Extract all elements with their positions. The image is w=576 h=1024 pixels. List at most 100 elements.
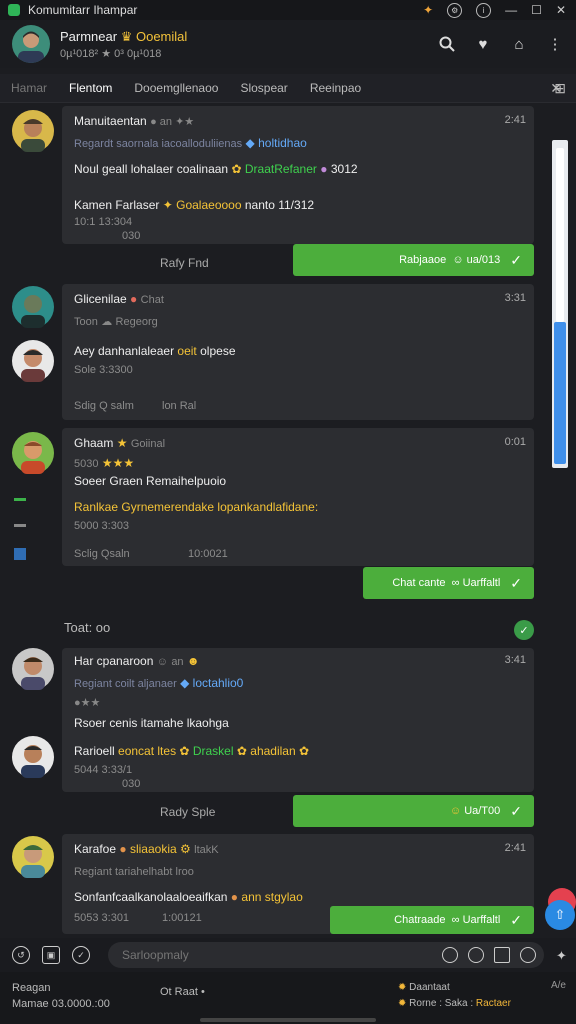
crown-icon: ♛	[120, 28, 133, 44]
avatar[interactable]	[12, 648, 54, 690]
message-meta: 5044 3:33/1	[74, 764, 133, 776]
home-icon[interactable]: ⌂	[510, 35, 528, 53]
scrollbar[interactable]	[552, 140, 568, 468]
avatar[interactable]	[12, 110, 54, 152]
message-tag: loctahlio0	[192, 676, 244, 690]
title-bar: Komumitarr Ihampar ✦ ⚙ i — ☐ ✕	[0, 0, 576, 20]
sender-extra: Goiinal	[130, 438, 166, 450]
message-highlight: Ranlkae Gyrnemerendake lopankandlafidane…	[74, 500, 319, 514]
status-bar: Reagan Mamae 03.0000.:00 Ot Raat • ✹ Daa…	[0, 972, 576, 1024]
avatar[interactable]	[12, 432, 54, 474]
star-icon: ★	[116, 436, 128, 450]
grid-icon[interactable]: ⋮	[546, 35, 564, 53]
status-mid[interactable]: Ot Raat •	[160, 986, 205, 998]
shield-icon[interactable]: ✓	[72, 946, 90, 964]
message-highlight: oeit	[177, 344, 197, 358]
sender-extra: ltakK	[194, 844, 219, 856]
reply-extra: Uarffaltl	[462, 577, 501, 589]
attachment-icon[interactable]: ▣	[42, 946, 60, 964]
message-number: 3012	[330, 162, 358, 176]
search-icon[interactable]	[438, 35, 456, 53]
message-meta: 5053 3:301	[74, 912, 130, 924]
reply-extra: ua/013	[466, 254, 501, 266]
tab-hamar[interactable]: Hamar	[0, 74, 58, 102]
message-text: Sonfanfcaalkanolaaloeaifkan	[74, 890, 228, 904]
planet-icon: ●	[320, 162, 328, 176]
avatar[interactable]	[12, 836, 54, 878]
image-icon[interactable]	[14, 548, 26, 560]
minimize-button[interactable]: —	[505, 3, 517, 17]
history-icon[interactable]: ↺	[12, 946, 30, 964]
tab-reeinpao[interactable]: Reeinpao	[299, 74, 372, 102]
sparkle-icon[interactable]: ✦	[556, 948, 567, 964]
message-meta: 1:00121	[162, 912, 202, 924]
emoji-icon[interactable]	[442, 947, 458, 963]
sender-name: Ghaam	[74, 436, 114, 450]
check-icon: ✓	[510, 251, 522, 268]
heart-icon[interactable]: ♥	[474, 35, 492, 53]
avatar[interactable]	[12, 25, 50, 63]
app-logo-icon	[8, 4, 20, 16]
check-icon: ✓	[510, 802, 522, 819]
message-tag: holtidhao	[258, 136, 307, 150]
avatar[interactable]	[12, 340, 54, 382]
reply-button[interactable]: Chat cante ∞ Uarffaltl ✓	[363, 567, 534, 599]
message-card: Glicenilae ● Chat 3:31 Toon ☁ Regeorg Ae…	[62, 284, 534, 420]
check-circle-icon[interactable]: ✓	[514, 620, 534, 640]
message-card: Har cpanaroon ☺ an ☻ 3:41 Regiant coilt …	[62, 648, 534, 792]
timestamp: 2:41	[504, 114, 526, 126]
reply-text: Chatraade	[394, 914, 446, 926]
minus-icon	[14, 524, 26, 527]
close-button[interactable]: ✕	[556, 3, 566, 17]
sender-name: Karafoe	[74, 842, 117, 856]
reply-extra: Ua/T00	[464, 805, 501, 817]
composer: ↺ ▣ ✓ ✦	[0, 938, 576, 972]
message-highlight: ann stgylao	[241, 890, 303, 904]
tab-dooemgllenaoo[interactable]: Dooemgllenaoo	[123, 74, 229, 102]
reply-button[interactable]: ☺ Ua/T00 ✓	[293, 795, 534, 827]
message-text: Rarioell	[74, 744, 115, 758]
file-icon[interactable]	[494, 947, 510, 963]
pin-icon[interactable]: ✦	[423, 3, 433, 17]
diamond-icon: ◆	[245, 136, 255, 150]
tab-slospear[interactable]: Slospear	[229, 74, 298, 102]
avatar[interactable]	[12, 286, 54, 328]
scrollbar-track	[556, 148, 564, 322]
leaf-icon: ✿	[179, 744, 190, 758]
section-label: Toat: oo	[64, 620, 111, 635]
drag-handle[interactable]	[200, 1018, 376, 1022]
info-icon[interactable]: i	[476, 2, 492, 18]
camera-icon[interactable]	[468, 947, 484, 963]
status-right-highlight: Ractaer	[475, 998, 511, 1009]
status-far: A/e	[550, 980, 566, 991]
message-input-box	[108, 942, 544, 968]
message-highlight: eoncat ltes	[118, 744, 177, 758]
message-text: olpese	[200, 344, 236, 358]
message-highlight: Draskel	[192, 744, 234, 758]
reply-button[interactable]: Rabjaaoe ☺ ua/013 ✓	[293, 244, 534, 276]
reply-label[interactable]: Rady Sple	[160, 805, 215, 819]
maximize-button[interactable]: ☐	[531, 3, 542, 17]
status-left-title: Reagan	[12, 982, 51, 994]
fire-icon: ●	[119, 842, 127, 856]
tab-flentom[interactable]: Flentom	[58, 74, 123, 102]
message-subject: Regiant tariahelhabt lroo	[74, 866, 194, 878]
message-text: nanto 11/312	[244, 198, 315, 212]
fire-icon: ●	[130, 292, 138, 306]
smile-icon: ☺	[156, 656, 168, 668]
leaf-icon: ✿	[236, 744, 247, 758]
sliders-icon[interactable]: ⊞	[554, 80, 566, 97]
share-icon[interactable]: ⇧	[545, 900, 575, 930]
header-subtitle: 0µ¹018² ★ 0³ 0µ¹018	[60, 47, 162, 60]
timestamp: 3:31	[504, 292, 526, 304]
settings-icon[interactable]: ⚙	[447, 2, 463, 18]
scrollbar-thumb[interactable]	[554, 322, 566, 464]
sun-icon: ✹	[398, 982, 407, 993]
reply-label[interactable]: Rafy Fnd	[160, 256, 209, 270]
sticker-icon[interactable]	[520, 947, 536, 963]
reply-button[interactable]: Chatraade ∞ Uarffaltl ✓	[330, 906, 534, 934]
status-right-label: Rorne	[409, 998, 437, 1009]
avatar[interactable]	[12, 736, 54, 778]
message-input[interactable]	[120, 947, 424, 963]
header-name-accent: Ooemilal	[135, 28, 188, 44]
